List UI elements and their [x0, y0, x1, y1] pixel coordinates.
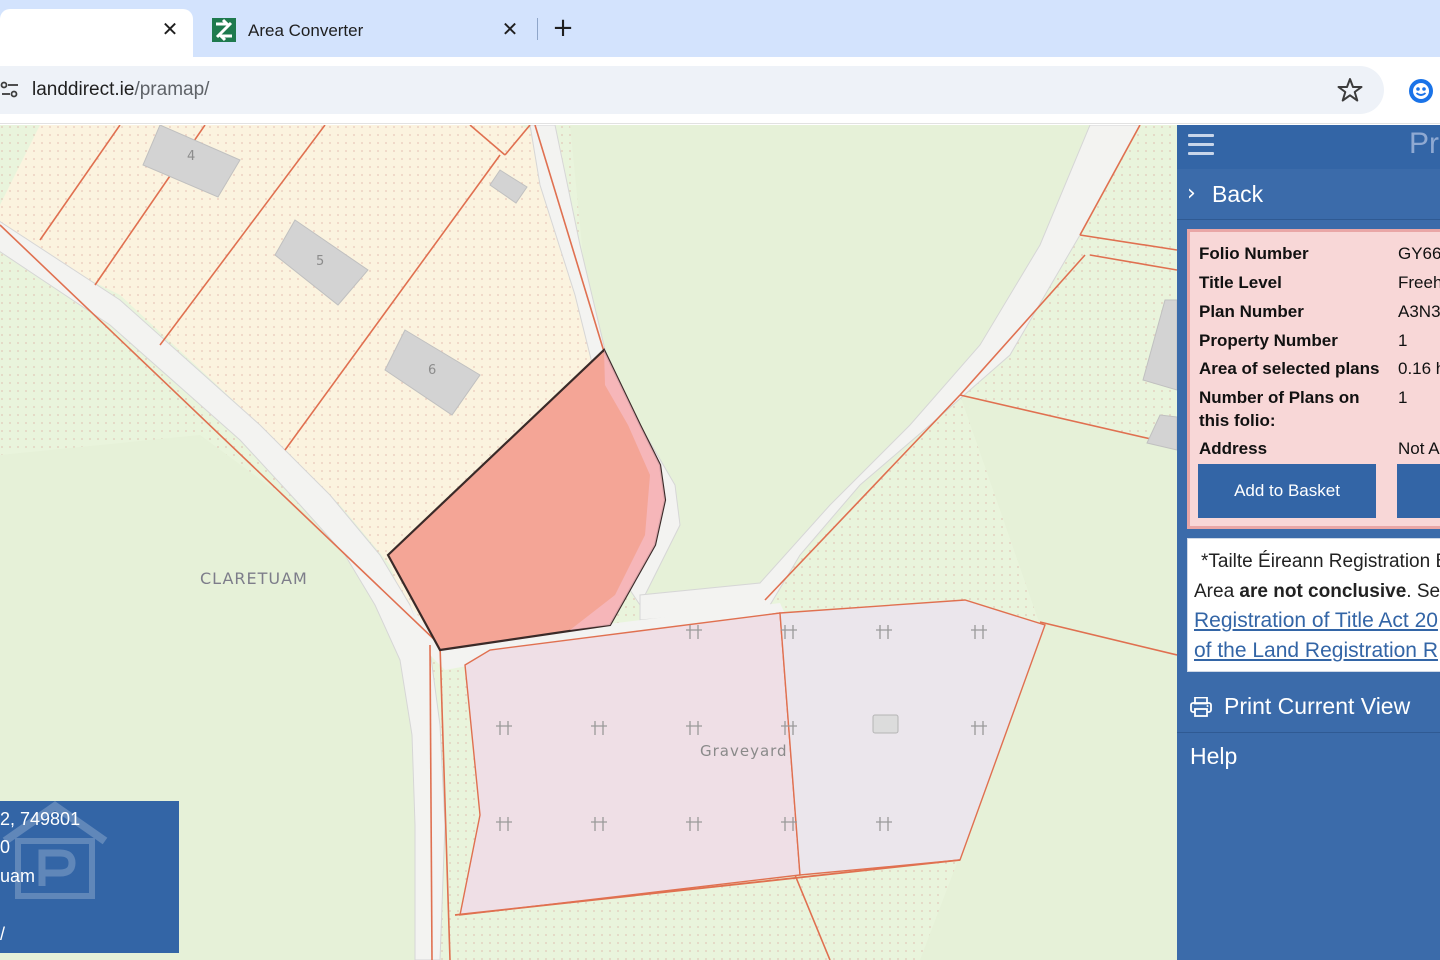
notice-text: . See — [1406, 581, 1440, 602]
notice-bold-text: are not conclusive — [1239, 581, 1407, 602]
browser-tab-area-converter[interactable]: Area Converter ✕ — [196, 9, 536, 57]
url-path: /pramap/ — [134, 79, 210, 100]
registration-notice: *Tailte Éireann Registration B Area are … — [1187, 538, 1440, 672]
help-label: Help — [1190, 743, 1238, 769]
info-line: / — [0, 924, 6, 944]
info-key: Number of Plans on this folio: — [1199, 388, 1360, 430]
back-button[interactable]: › Back — [1177, 170, 1440, 220]
secondary-action-button[interactable] — [1397, 464, 1440, 518]
info-key: Address — [1199, 439, 1268, 458]
url-text[interactable]: landdirect.ie/pramap/ — [32, 79, 209, 101]
property-map[interactable]: CLARETUAM Graveyard 4 5 6 2, 749801 0 ua… — [0, 125, 1177, 960]
townland-line: uam — [0, 866, 36, 886]
info-key: Area of selected plans — [1199, 359, 1380, 378]
info-value: GY66 — [1398, 244, 1440, 263]
close-tab-icon[interactable]: ✕ — [158, 17, 182, 41]
panel-header: Pro — [1177, 125, 1440, 169]
browser-tab-strip: ✕ Area Converter ✕ + — [0, 0, 1440, 57]
folio-info-card: Folio Number GY66 Title Level Freeh Plan… — [1187, 229, 1440, 529]
browser-tab-active[interactable]: ✕ — [0, 9, 193, 57]
info-value: 1 — [1398, 331, 1408, 350]
help-link[interactable]: Help — [1177, 735, 1440, 781]
close-tab-icon[interactable]: ✕ — [498, 17, 522, 41]
notice-line-2: Area are not conclusive. See — [1194, 581, 1440, 603]
coordinates-info-box: 2, 749801 0 uam / — [0, 801, 179, 953]
browser-toolbar: landdirect.ie/pramap/ — [0, 57, 1440, 124]
info-value: 1 — [1398, 388, 1408, 407]
info-value: Not A — [1398, 439, 1440, 458]
new-tab-button[interactable]: + — [549, 14, 577, 42]
info-value: Freeh — [1398, 273, 1440, 292]
tab-separator — [537, 18, 538, 40]
coordinates-line: 0 — [0, 837, 11, 857]
info-key: Title Level — [1199, 273, 1282, 292]
chevron-right-icon: › — [1187, 181, 1196, 206]
print-label: Print Current View — [1224, 693, 1411, 719]
info-key: Plan Number — [1199, 302, 1304, 321]
bookmark-star-icon[interactable] — [1337, 77, 1363, 103]
area-converter-favicon-icon — [212, 18, 236, 42]
graveyard-area[interactable] — [459, 612, 801, 916]
info-value: A3N3 — [1398, 302, 1440, 321]
back-label: Back — [1212, 181, 1264, 207]
property-side-panel: Pro › Back Folio Number GY66 Title Level… — [1177, 125, 1440, 960]
info-value: 0.16 h — [1398, 359, 1440, 378]
info-key: Folio Number — [1199, 244, 1309, 263]
url-host: landdirect.ie — [32, 79, 135, 100]
tab-title-area-converter: Area Converter — [248, 21, 364, 40]
notice-line-1: *Tailte Éireann Registration B — [1201, 551, 1440, 572]
print-current-view-button[interactable]: Print Current View — [1177, 681, 1440, 733]
address-bar[interactable]: landdirect.ie/pramap/ — [0, 66, 1384, 114]
graveyard-building — [872, 714, 899, 734]
extension-icon[interactable] — [1407, 77, 1435, 105]
info-key: Property Number — [1199, 331, 1338, 350]
add-to-basket-button[interactable]: Add to Basket — [1198, 464, 1376, 518]
land-registration-rules-link[interactable]: of the Land Registration R — [1194, 639, 1438, 663]
printer-icon — [1190, 697, 1212, 717]
menu-icon[interactable] — [1188, 134, 1214, 156]
site-settings-icon[interactable] — [0, 80, 20, 100]
coordinates-text: 2, 749801 — [0, 809, 81, 829]
registration-act-link[interactable]: Registration of Title Act 20 — [1194, 609, 1438, 633]
panel-title: Pro — [1409, 127, 1440, 160]
notice-text: Area — [1194, 581, 1240, 602]
